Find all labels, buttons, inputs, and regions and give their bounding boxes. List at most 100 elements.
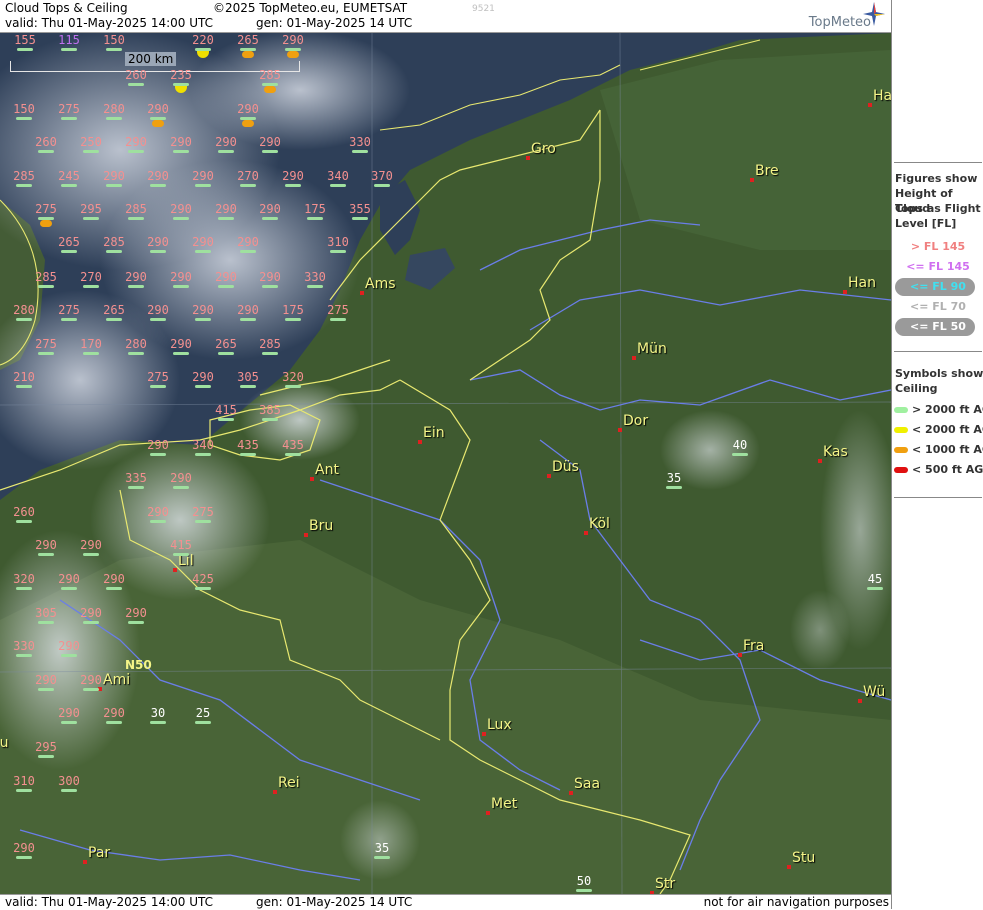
city-marker bbox=[482, 732, 486, 736]
city-marker bbox=[173, 568, 177, 572]
cloud-top-value: 235 bbox=[166, 69, 196, 86]
ceiling-legend-row: < 2000 ft AGL bbox=[894, 423, 983, 439]
copyright-text: ©2025 TopMeteo.eu, EUMETSAT bbox=[213, 1, 408, 15]
cloud-top-value: 275 bbox=[31, 203, 61, 220]
cloud-top-value: 415 bbox=[211, 404, 241, 421]
valid-time: valid: Thu 01-May-2025 14:00 UTC bbox=[5, 16, 214, 30]
city-label: ou bbox=[0, 735, 9, 751]
cloud-top-value: 290 bbox=[99, 170, 129, 187]
orange-ceiling-symbol bbox=[264, 86, 276, 93]
cloud-top-value: 310 bbox=[323, 236, 353, 253]
cloud-top-value: 275 bbox=[323, 304, 353, 321]
cloud-top-value: 45 bbox=[860, 573, 890, 590]
ceiling-swatch bbox=[894, 407, 908, 413]
cloud-top-value: 290 bbox=[233, 236, 263, 253]
cloud-top-value: 285 bbox=[255, 69, 285, 86]
cloud-top-value: 305 bbox=[233, 371, 263, 388]
product-title: Cloud Tops & Ceiling bbox=[5, 1, 128, 15]
cloud-top-value: 300 bbox=[54, 775, 84, 792]
cloud-top-value: 290 bbox=[143, 304, 173, 321]
cloud-top-value: 275 bbox=[31, 338, 61, 355]
city-label: Lux bbox=[487, 717, 512, 733]
cloud-top-value: 280 bbox=[99, 103, 129, 120]
cloud-top-value: 340 bbox=[323, 170, 353, 187]
footer-generated-time: gen: 01-May-2025 14 UTC bbox=[256, 895, 413, 909]
cloud-top-value: 265 bbox=[54, 236, 84, 253]
legend-level-1: <= FL 145 bbox=[906, 260, 970, 273]
orange-ceiling-symbol bbox=[287, 51, 299, 58]
cloud-top-value: 355 bbox=[345, 203, 375, 220]
cloud-top-value: 290 bbox=[76, 674, 106, 691]
cloud-top-value: 310 bbox=[9, 775, 39, 792]
cloud-top-value: 290 bbox=[188, 236, 218, 253]
cloud-top-value: 290 bbox=[31, 674, 61, 691]
latitude-label: N50 bbox=[125, 658, 152, 672]
cloud-top-value: 170 bbox=[76, 338, 106, 355]
cloud-top-value: 285 bbox=[31, 271, 61, 288]
city-label: Str bbox=[655, 876, 676, 892]
cloud-top-value: 290 bbox=[143, 103, 173, 120]
city-marker bbox=[738, 653, 742, 657]
cloud-top-value: 275 bbox=[143, 371, 173, 388]
cloud-top-value: 290 bbox=[278, 170, 308, 187]
cloud-top-value: 175 bbox=[278, 304, 308, 321]
city-label: Köl bbox=[589, 516, 610, 532]
ceiling-swatch bbox=[894, 427, 908, 433]
legend-heading-1: Figures show bbox=[895, 172, 978, 185]
city-label: Met bbox=[491, 796, 518, 812]
logo-text: TopMeteo bbox=[808, 15, 871, 30]
cloud-top-value: 115 bbox=[54, 34, 84, 51]
cloud-top-value: 290 bbox=[233, 304, 263, 321]
cloud-top-value: 275 bbox=[188, 506, 218, 523]
cloud-top-value: 290 bbox=[143, 439, 173, 456]
city-marker bbox=[750, 178, 754, 182]
image-code: 9521 bbox=[472, 4, 495, 14]
cloud-top-value: 285 bbox=[255, 338, 285, 355]
cloud-top-value: 290 bbox=[255, 136, 285, 153]
city-label: Dor bbox=[623, 413, 649, 429]
city-marker bbox=[787, 865, 791, 869]
cloud-top-value: 50 bbox=[569, 875, 599, 892]
cloud-top-value: 370 bbox=[367, 170, 397, 187]
cloud-top-value: 150 bbox=[9, 103, 39, 120]
cloud-top-value: 320 bbox=[9, 573, 39, 590]
cloud-top-value: 270 bbox=[233, 170, 263, 187]
cloud-top-value: 265 bbox=[233, 34, 263, 51]
cloud-top-value: 245 bbox=[54, 170, 84, 187]
cloud-top-value: 35 bbox=[659, 472, 689, 489]
cloud-top-value: 290 bbox=[211, 271, 241, 288]
cloud-top-value: 340 bbox=[188, 439, 218, 456]
cloud-top-value: 150 bbox=[99, 34, 129, 51]
city-label: Par bbox=[88, 845, 111, 861]
cloud-top-value: 40 bbox=[725, 439, 755, 456]
cloud-top-value: 260 bbox=[31, 136, 61, 153]
city-marker bbox=[526, 156, 530, 160]
city-label: Wü bbox=[863, 684, 886, 700]
city-label: Kas bbox=[823, 444, 848, 460]
cloud-top-value: 285 bbox=[9, 170, 39, 187]
satellite-map[interactable]: 200 km N50 Gro Bre Ha Ams Han Mün Dor Ein Düs Kas… bbox=[0, 33, 891, 894]
cloud-top-value: 330 bbox=[9, 640, 39, 657]
city-marker bbox=[843, 290, 847, 294]
city-marker bbox=[868, 103, 872, 107]
city-marker bbox=[83, 860, 87, 864]
ceiling-legend-row: < 500 ft AGL bbox=[894, 463, 983, 479]
legend-level-4: <= FL 50 bbox=[910, 320, 966, 333]
cloud-top-value: 280 bbox=[9, 304, 39, 321]
city-label: Han bbox=[848, 275, 876, 291]
cloud-top-value: 30 bbox=[143, 707, 173, 724]
city-marker bbox=[310, 477, 314, 481]
orange-ceiling-symbol bbox=[242, 120, 254, 127]
cloud-top-value: 295 bbox=[76, 203, 106, 220]
cloud-top-value: 290 bbox=[211, 136, 241, 153]
city-label: Saa bbox=[574, 776, 601, 792]
ceiling-legend-label: > 2000 ft AGL bbox=[912, 403, 983, 416]
cloud-top-value: 290 bbox=[166, 136, 196, 153]
city-label: Ami bbox=[103, 672, 131, 688]
cloud-top-value: 275 bbox=[54, 103, 84, 120]
orange-ceiling-symbol bbox=[242, 51, 254, 58]
cloud-top-value: 280 bbox=[121, 338, 151, 355]
cloud-top-value: 290 bbox=[233, 103, 263, 120]
ceiling-swatch bbox=[894, 447, 908, 453]
cloud-top-value: 290 bbox=[54, 640, 84, 657]
